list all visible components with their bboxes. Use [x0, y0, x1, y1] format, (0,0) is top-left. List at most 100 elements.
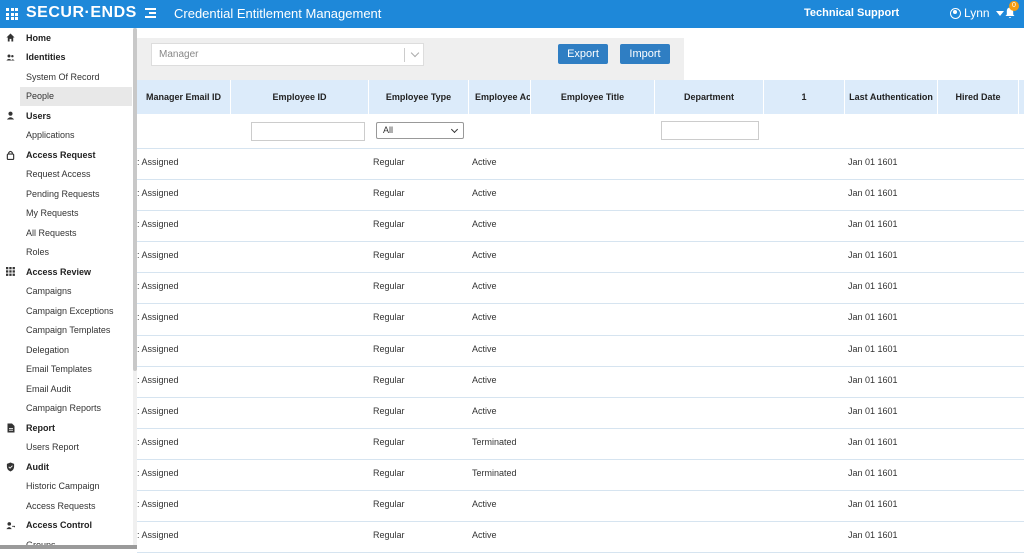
cell-manager-email: : Assigned — [137, 157, 179, 167]
manager-select[interactable]: Manager — [151, 43, 424, 66]
sidebar-item-request-access[interactable]: Request Access — [0, 165, 137, 185]
sidebar-section-access-control[interactable]: Access Control — [0, 516, 137, 536]
col-hired-date[interactable]: Hired Date — [938, 80, 1019, 114]
sidebar-item-email-audit[interactable]: Email Audit — [0, 379, 137, 399]
employee-type-filter-value: All — [383, 125, 394, 135]
table-row[interactable]: : Assigned Regular Active Jan 01 1601 — [137, 242, 1024, 274]
cell-employee-status: Active — [472, 405, 497, 416]
cell-employee-status: Active — [472, 219, 497, 230]
cell-last-authentication: Jan 01 1601 — [848, 436, 898, 447]
sidebar-section-access-review[interactable]: Access Review — [0, 262, 137, 282]
cell-last-authentication: Jan 01 1601 — [848, 219, 898, 230]
sidebar-item-email-templates[interactable]: Email Templates — [0, 360, 137, 380]
table-row[interactable]: : Assigned Regular Terminated Jan 01 1601 — [137, 429, 1024, 460]
col-employee-active[interactable]: Employee Ac — [469, 80, 531, 114]
cell-manager-email: : Assigned — [137, 467, 179, 478]
page-title: Credential Entitlement Management — [174, 6, 382, 21]
sidebar-item-campaign-reports[interactable]: Campaign Reports — [0, 399, 137, 419]
app-grid-icon[interactable] — [6, 8, 18, 20]
table-body: : Assigned Regular Active Jan 01 1601: Assi… — [137, 149, 1024, 553]
cell-manager-email: : Assigned — [137, 188, 179, 199]
table-row[interactable]: : Assigned Regular Terminated Jan 01 1601 — [137, 460, 1024, 492]
cell-last-authentication: Jan 01 1601 — [848, 343, 898, 354]
sidebar-item-applications[interactable]: Applications — [0, 126, 137, 146]
cell-employee-type: Regular — [373, 312, 405, 323]
table-row[interactable]: : Assigned Regular Active Jan 01 1601 — [137, 304, 1024, 336]
employee-id-filter[interactable] — [251, 122, 365, 141]
employee-type-filter[interactable]: All — [376, 122, 464, 139]
cell-manager-email: : Assigned — [137, 436, 179, 447]
cell-last-authentication: Jan 01 1601 — [848, 188, 898, 199]
cell-employee-status: Active — [472, 250, 497, 261]
table-row[interactable]: : Assigned Regular Active Jan 01 1601 — [137, 491, 1024, 523]
sidebar-section-access-request[interactable]: Access Request — [0, 145, 137, 165]
sidebar-item-delegation[interactable]: Delegation — [0, 340, 137, 360]
user-circle-icon — [950, 7, 961, 19]
sidebar-item-users-report[interactable]: Users Report — [0, 438, 137, 458]
sidebar-section-identities[interactable]: Identities — [0, 48, 137, 68]
cell-manager-email: : Assigned — [137, 499, 179, 510]
sidebar-item-system-of-record[interactable]: System Of Record — [0, 67, 137, 87]
table-row[interactable]: : Assigned Regular Active Jan 01 1601 — [137, 398, 1024, 429]
sidebar-section-label: Report — [26, 422, 55, 433]
table-row[interactable]: : Assigned Regular Active Jan 01 1601 — [137, 149, 1024, 181]
col-employee-title[interactable]: Employee Title — [531, 80, 655, 114]
horizontal-scrollbar[interactable] — [0, 545, 137, 549]
sidebar-section-users[interactable]: Users — [0, 106, 137, 126]
chevron-down-icon — [410, 48, 420, 58]
sidebar-item-campaigns[interactable]: Campaigns — [0, 282, 137, 302]
user-icon — [6, 111, 15, 120]
cell-employee-status: Active — [472, 343, 497, 354]
cell-manager-email: : Assigned — [137, 281, 179, 292]
cell-employee-type: Regular — [373, 188, 405, 199]
cell-manager-email: : Assigned — [137, 250, 179, 261]
import-button[interactable]: Import — [620, 44, 670, 64]
user-menu[interactable]: Lynn — [950, 6, 1004, 20]
sidebar-item-all-requests[interactable]: All Requests — [0, 223, 137, 243]
sidebar-section-report[interactable]: Report — [0, 418, 137, 438]
technical-support-link[interactable]: Technical Support — [804, 7, 899, 19]
notification-badge: 0 — [1009, 1, 1019, 11]
table-row[interactable]: : Assigned Regular Active Jan 01 1601 — [137, 211, 1024, 243]
export-button[interactable]: Export — [558, 44, 608, 64]
sidebar-item-pending-requests[interactable]: Pending Requests — [0, 184, 137, 204]
table-row[interactable]: : Assigned Regular Active Jan 01 1601 — [137, 180, 1024, 212]
cell-last-authentication: Jan 01 1601 — [848, 312, 898, 323]
sidebar-item-access-requests[interactable]: Access Requests — [0, 496, 137, 516]
table-row[interactable]: : Assigned Regular Active Jan 01 1601 — [137, 522, 1024, 553]
table-row[interactable]: : Assigned Regular Active Jan 01 1601 — [137, 367, 1024, 398]
cell-last-authentication: Jan 01 1601 — [848, 467, 898, 478]
cell-employee-status: Terminated — [472, 436, 517, 447]
cell-manager-email: : Assigned — [137, 374, 179, 385]
cell-employee-type: Regular — [373, 219, 405, 230]
cell-manager-email: : Assigned — [137, 530, 179, 541]
sidebar-section-audit[interactable]: Audit — [0, 457, 137, 477]
sidebar-item-people[interactable]: People — [20, 86, 132, 106]
sidebar-section-label: Identities — [26, 52, 66, 63]
sidebar: Home Identities System Of Record People User… — [0, 28, 137, 549]
cell-employee-status: Active — [472, 499, 497, 510]
user-key-icon — [6, 521, 15, 530]
col-last-authentication[interactable]: Last Authentication — [845, 80, 938, 114]
hamburger-menu-icon[interactable] — [145, 8, 156, 18]
home-icon — [6, 33, 15, 42]
sidebar-item-historic-campaign[interactable]: Historic Campaign — [0, 477, 137, 497]
sidebar-section-home[interactable]: Home — [0, 28, 137, 48]
col-employee-type[interactable]: Employee Type — [369, 80, 469, 114]
sidebar-item-roles[interactable]: Roles — [0, 243, 137, 263]
table-row[interactable]: : Assigned Regular Active Jan 01 1601 — [137, 336, 1024, 367]
sidebar-item-campaign-templates[interactable]: Campaign Templates — [0, 321, 137, 341]
col-manager-email[interactable]: Manager Email ID — [137, 80, 231, 114]
col-employee-id[interactable]: Employee ID — [231, 80, 369, 114]
cell-employee-status: Active — [472, 312, 497, 323]
cell-employee-type: Regular — [373, 499, 405, 510]
sidebar-section-label: Audit — [26, 461, 49, 472]
department-filter[interactable] — [661, 121, 759, 140]
sidebar-item-my-requests[interactable]: My Requests — [0, 204, 137, 224]
col-1[interactable]: 1 — [764, 80, 845, 114]
sidebar-item-campaign-exceptions[interactable]: Campaign Exceptions — [0, 301, 137, 321]
cell-employee-status: Active — [472, 281, 497, 292]
cell-last-authentication: Jan 01 1601 — [848, 530, 898, 541]
table-row[interactable]: : Assigned Regular Active Jan 01 1601 — [137, 273, 1024, 305]
col-department[interactable]: Department — [655, 80, 764, 114]
